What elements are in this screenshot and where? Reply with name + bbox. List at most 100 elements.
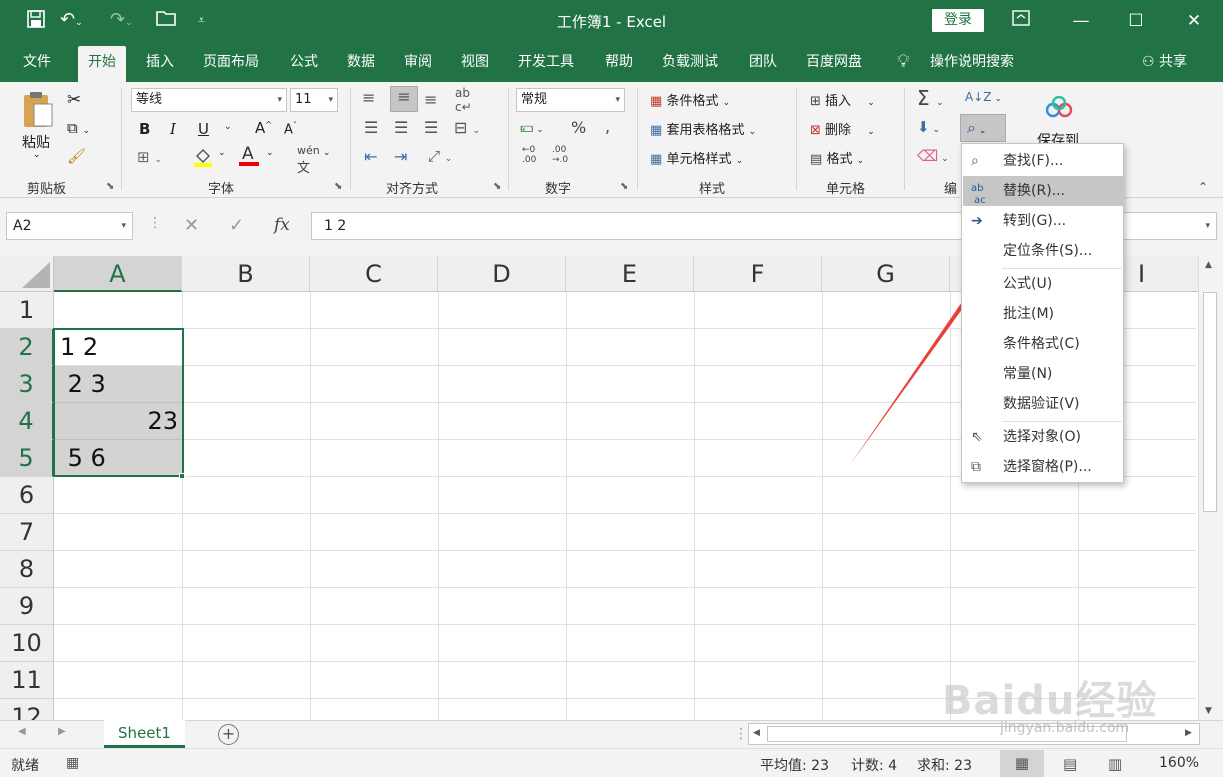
underline-button[interactable]: U — [198, 120, 209, 138]
scroll-tabs-right-icon[interactable]: ▶ — [58, 726, 66, 737]
menu-item-find[interactable]: ⌕ 查找(F)... — [963, 146, 1123, 176]
fill-down-icon[interactable]: ⬇ ⌄ — [917, 118, 940, 136]
paste-label[interactable]: 粘贴 — [22, 132, 50, 152]
number-format-select[interactable]: 常规 ▾ — [516, 88, 625, 112]
save-icon[interactable] — [26, 9, 46, 34]
menu-item-constants[interactable]: 常量(N) — [963, 359, 1123, 389]
row-header-3[interactable]: 3 — [0, 366, 54, 403]
menu-item-selection-pane[interactable]: ⧉ 选择窗格(P)... — [963, 452, 1123, 482]
insert-function-icon[interactable]: fx — [274, 215, 290, 235]
font-color-icon[interactable]: A — [238, 143, 260, 171]
increase-decimal-icon[interactable]: ←0.00 — [522, 145, 536, 165]
vertical-scrollbar[interactable]: ▲ ▼ — [1198, 256, 1223, 720]
wrap-text-icon[interactable]: ab c↵ — [455, 86, 472, 114]
chevron-down-icon[interactable]: ⌄ — [218, 148, 226, 158]
close-icon[interactable]: ✕ — [1179, 6, 1209, 36]
decrease-decimal-icon[interactable]: .00 →.0 — [552, 145, 568, 165]
align-right-icon[interactable]: ☰ — [424, 118, 438, 137]
tab-baidu-netdisk[interactable]: 百度网盘 — [806, 42, 862, 82]
row-header-1[interactable]: 1 — [0, 292, 54, 329]
share-button[interactable]: ⚇ 共享 — [1142, 42, 1187, 82]
dialog-launcher-icon[interactable]: ⬊ — [106, 181, 114, 192]
increase-font-icon[interactable]: A^ — [255, 119, 272, 137]
format-as-table-button[interactable]: ▦ 套用表格格式 ⌄ — [650, 119, 756, 138]
format-painter-icon[interactable]: 🖌︎ — [67, 147, 86, 165]
orientation-icon[interactable]: ⤢ ⌄ — [428, 147, 452, 165]
page-break-view-icon[interactable]: ▥ — [1108, 755, 1122, 773]
menu-item-select-objects[interactable]: ⇖ 选择对象(O) — [963, 422, 1123, 452]
tab-team[interactable]: 团队 — [749, 42, 777, 82]
minimize-icon[interactable]: — — [1066, 6, 1096, 36]
align-bottom-icon[interactable]: ≡ — [424, 90, 437, 109]
zoom-level[interactable]: 160% — [1159, 755, 1199, 771]
confirm-entry-icon[interactable]: ✓ — [229, 215, 244, 236]
tab-help[interactable]: 帮助 — [605, 42, 633, 82]
menu-item-comments[interactable]: 批注(M) — [963, 299, 1123, 329]
cancel-entry-icon[interactable]: ✕ — [184, 215, 199, 236]
italic-button[interactable]: I — [170, 120, 176, 138]
select-all-corner[interactable] — [0, 256, 54, 292]
tell-me-search[interactable]: 操作说明搜索 — [930, 42, 1014, 82]
tab-load-test[interactable]: 负载测试 — [662, 42, 718, 82]
add-sheet-icon[interactable]: + — [218, 724, 239, 745]
name-box[interactable]: A2 ▾ — [6, 212, 133, 240]
horizontal-scrollbar[interactable]: ◀ ▶ — [748, 723, 1200, 745]
row-header-5[interactable]: 5 — [0, 440, 54, 477]
align-top-icon[interactable]: ≡ — [362, 88, 375, 107]
format-cells-button[interactable]: ▤ 格式 ⌄ — [810, 148, 864, 167]
tab-splitter-icon[interactable]: ⋮ — [734, 726, 748, 742]
page-layout-view-icon[interactable]: ▤ — [1063, 755, 1077, 773]
cell-styles-button[interactable]: ▦ 单元格样式 ⌄ — [650, 148, 743, 167]
login-button[interactable]: 登录 — [932, 9, 984, 32]
cell-a2[interactable]: 1 2 — [60, 329, 98, 366]
paste-button[interactable] — [20, 90, 54, 134]
sort-filter-icon[interactable]: A↓Z ⌄ — [965, 90, 1002, 104]
border-icon[interactable]: ⊞ ⌄ — [137, 148, 162, 166]
tab-page-layout[interactable]: 页面布局 — [203, 42, 259, 82]
dialog-launcher-icon[interactable]: ⬊ — [493, 181, 501, 192]
merge-center-icon[interactable]: ⊟ ⌄ — [454, 118, 480, 137]
increase-indent-icon[interactable]: ⇥ — [394, 147, 407, 166]
copy-icon[interactable]: ⧉ ⌄ — [67, 119, 90, 137]
column-header-c[interactable]: C — [310, 256, 438, 292]
tab-file[interactable]: 文件 — [23, 42, 51, 82]
column-header-e[interactable]: E — [566, 256, 694, 292]
accounting-format-icon[interactable]: 💴︎ ⌄ — [520, 118, 544, 136]
macro-record-icon[interactable]: ▦ — [66, 755, 79, 771]
drag-handle-icon[interactable]: ⋮ — [148, 215, 162, 231]
row-header-4[interactable]: 4 — [0, 403, 54, 440]
column-header-f[interactable]: F — [694, 256, 822, 292]
menu-item-goto[interactable]: ➔ 转到(G)... — [963, 206, 1123, 236]
delete-cells-button[interactable]: ⊠ 删除 ⌄ — [810, 119, 875, 138]
collapse-ribbon-icon[interactable]: ⌃ — [1198, 180, 1208, 194]
row-header-8[interactable]: 8 — [0, 551, 54, 588]
row-header-12[interactable]: 12 — [0, 699, 54, 720]
phonetic-guide-icon[interactable]: wén 文 — [297, 144, 320, 176]
scrollbar-thumb[interactable] — [1203, 292, 1217, 512]
row-header-9[interactable]: 9 — [0, 588, 54, 625]
bold-button[interactable]: B — [139, 120, 150, 138]
comma-style-icon[interactable]: , — [605, 117, 610, 136]
tab-data[interactable]: 数据 — [347, 42, 375, 82]
chevron-down-icon[interactable]: ⌄ — [224, 122, 232, 132]
cell-a5[interactable]: 5 6 — [60, 440, 106, 477]
cut-icon[interactable]: ✂ — [67, 90, 81, 110]
sheet-tab-sheet1[interactable]: Sheet1 — [104, 720, 185, 748]
menu-item-goto-special[interactable]: 定位条件(S)... — [963, 236, 1123, 266]
chevron-down-icon[interactable]: ⌄ — [266, 148, 274, 158]
row-header-10[interactable]: 10 — [0, 625, 54, 662]
menu-item-replace[interactable]: ab ac 替换(R)... — [963, 176, 1123, 206]
dialog-launcher-icon[interactable]: ⬊ — [334, 181, 342, 192]
clear-icon[interactable]: ⌫ ⌄ — [917, 147, 949, 165]
menu-item-data-validation[interactable]: 数据验证(V) — [963, 389, 1123, 419]
fill-color-icon[interactable] — [193, 146, 213, 172]
row-header-6[interactable]: 6 — [0, 477, 54, 514]
ribbon-display-icon[interactable] — [1006, 6, 1036, 36]
decrease-font-icon[interactable]: Aˇ — [284, 121, 297, 137]
autosum-icon[interactable]: Σ ⌄ — [917, 86, 944, 110]
tab-review[interactable]: 审阅 — [404, 42, 432, 82]
cell-a3[interactable]: 2 3 — [60, 366, 106, 403]
column-header-g[interactable]: G — [822, 256, 950, 292]
font-name-select[interactable]: 等线 ▾ — [131, 88, 287, 112]
scroll-tabs-left-icon[interactable]: ◀ — [18, 726, 26, 737]
